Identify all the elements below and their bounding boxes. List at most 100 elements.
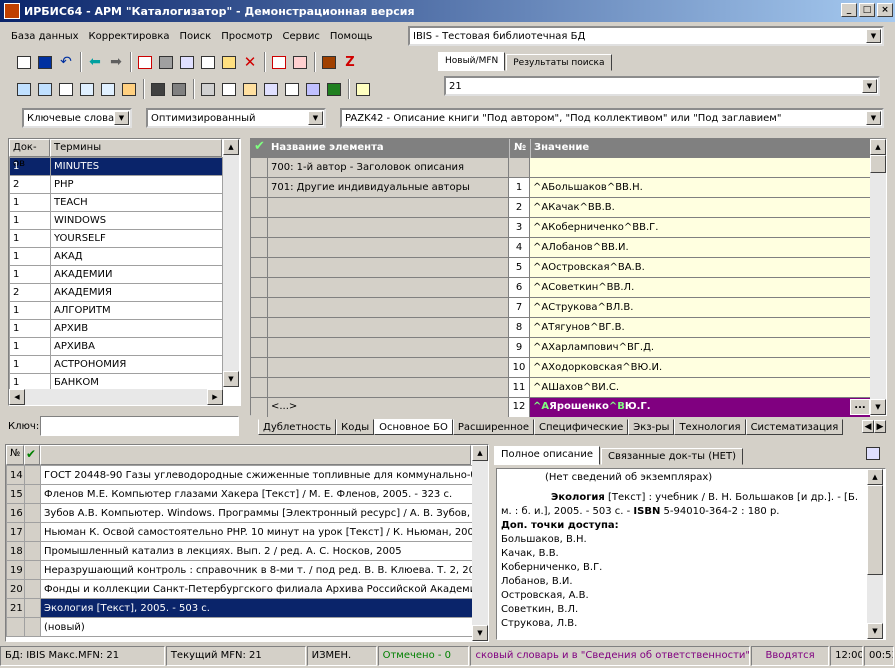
scroll-up-icon[interactable]: ▲ [223,139,239,155]
dict-row[interactable]: 1 АЛГОРИТМ [9,301,223,320]
row-gutter[interactable] [251,358,268,377]
editor-row[interactable]: 6 ^AСоветкин^BВ.Л. [251,278,886,298]
print-preview-icon[interactable] [866,447,882,463]
library-icon[interactable] [319,52,339,72]
delete-icon[interactable]: ✕ [240,52,260,72]
scroll-down-icon[interactable]: ▼ [223,371,239,387]
element-value-selected[interactable]: ^AЯрошенко^BЮ.Г.... [530,398,870,417]
tab-editor-0[interactable]: Дублетность [258,419,337,435]
row-gutter[interactable] [251,278,268,297]
record-row[interactable]: 16 Зубов А.В. Компьютер. Windows. Програм… [6,503,473,523]
optimization-combo[interactable]: Оптимизированный ▼ [146,108,326,128]
forward-arrow-icon[interactable]: ➡ [106,52,126,72]
record-mark[interactable] [24,465,41,485]
search-record-icon[interactable] [77,79,97,99]
minimize-button[interactable]: _ [841,3,857,17]
scroll-thumb[interactable] [867,485,883,575]
chevron-down-icon[interactable]: ▼ [308,111,323,125]
scroll-right-icon[interactable]: ▶ [207,389,223,405]
worksheet-combo[interactable]: PAZK42 - Описание книги "Под автором", "… [340,108,884,128]
dict-row[interactable]: 1 MINUTES [9,157,223,176]
record-row[interactable]: 19 Неразрушающий контроль : справочник в … [6,560,473,580]
element-value[interactable]: ^AЛобанов^BВ.И. [530,238,870,257]
tab-new-mfn[interactable]: Новый/MFN [438,52,506,71]
row-gutter[interactable] [251,198,268,217]
editor-row[interactable]: 9 ^AХарлампович^BГ.Д. [251,338,886,358]
record-row[interactable]: 21 Экология [Текст], 2005. - 503 с. [6,598,473,618]
dict-row[interactable]: 1 TEACH [9,193,223,212]
mfn-combo[interactable]: 21 ▼ [444,76,880,96]
tab-editor-4[interactable]: Специфические [533,419,629,435]
dict-row[interactable]: 1 YOURSELF [9,229,223,248]
element-value[interactable]: ^AТягунов^BГ.В. [530,318,870,337]
element-value[interactable]: ^AСоветкин^BВ.Л. [530,278,870,297]
menu-service[interactable]: Сервис [278,31,325,42]
checkmark-icon[interactable]: ✔ [24,445,40,465]
element-value[interactable]: ^AХодорковская^BЮ.И. [530,358,870,377]
row-gutter[interactable] [251,238,268,257]
dict-header-terms[interactable]: Термины [50,139,222,157]
dict-row[interactable]: 2 АКАДЕМИЯ [9,283,223,302]
tab-right-icon[interactable]: ▶ [874,420,886,433]
record-mark[interactable] [24,617,41,637]
folder-icon[interactable] [169,79,189,99]
dict-header-docs[interactable]: Док-ов [9,139,50,169]
chevron-down-icon[interactable]: ▼ [114,111,129,125]
export-icon[interactable] [290,52,310,72]
record-mark[interactable] [24,541,41,561]
row-gutter[interactable] [251,398,268,417]
list-icon[interactable] [198,52,218,72]
editor-row[interactable]: 700: 1-й автор - Заголовок описания [251,158,886,178]
element-value[interactable]: ^AКачак^BВ.В. [530,198,870,217]
dict-row[interactable]: 1 АСТРОНОМИЯ [9,355,223,374]
editor-row[interactable]: 3 ^AКоберниченко^BВ.Г. [251,218,886,238]
scroll-up-icon[interactable]: ▲ [870,139,886,155]
tab-search-results[interactable]: Результаты поиска [506,54,612,71]
database-combo[interactable]: IBIS - Тестовая библиотечная БД ▼ [408,26,884,46]
dict-row[interactable]: 2 PHP [9,175,223,194]
check-icon[interactable] [56,79,76,99]
scroll-down-icon[interactable]: ▼ [472,625,488,641]
element-value[interactable]: ^AБольшаков^BВ.Н. [530,178,870,197]
tab-editor-3[interactable]: Расширенное [452,419,534,435]
record-mark[interactable] [24,522,41,542]
docs-icon[interactable] [261,79,281,99]
chart-icon[interactable] [303,79,323,99]
maximize-button[interactable]: □ [859,3,875,17]
dict-row[interactable]: 1 АРХИВ [9,319,223,338]
checkmark-icon[interactable]: ✔ [251,139,268,158]
editor-row[interactable]: 7 ^AСтрукова^BЛ.В. [251,298,886,318]
record-mark[interactable] [24,598,41,618]
element-value[interactable]: ^AШахов^BИ.С. [530,378,870,397]
new-document-icon[interactable] [14,52,34,72]
editor-row[interactable]: 5 ^AОстровская^BА.В. [251,258,886,278]
scroll-down-icon[interactable]: ▼ [867,623,883,639]
chevron-down-icon[interactable]: ▼ [862,79,877,93]
row-gutter[interactable] [251,318,268,337]
element-value[interactable]: ^AСтрукова^BЛ.В. [530,298,870,317]
menu-search[interactable]: Поиск [175,31,217,42]
tab-full-description[interactable]: Полное описание [494,446,600,465]
row-gutter[interactable] [251,178,268,197]
replace-icon[interactable] [98,79,118,99]
editor-row[interactable]: 4 ^AЛобанов^BВ.И. [251,238,886,258]
tab-left-icon[interactable]: ◀ [862,420,874,433]
format-icon[interactable] [14,79,34,99]
chevron-down-icon[interactable]: ▼ [866,111,881,125]
preview-scrollbar[interactable]: ▲ ▼ [867,469,883,639]
row-gutter[interactable] [251,378,268,397]
key-input[interactable] [40,416,239,436]
editor-row[interactable]: 10 ^AХодорковская^BЮ.И. [251,358,886,378]
record-row[interactable]: 17 Ньюман К. Освой самостоятельно PHP. 10… [6,522,473,542]
editor-row[interactable]: 2 ^AКачак^BВ.В. [251,198,886,218]
hand-icon[interactable] [119,79,139,99]
chevron-down-icon[interactable]: ▼ [866,29,881,43]
record-row[interactable]: 14 ГОСТ 20448-90 Газы углеводородные сжиж… [6,465,473,485]
element-value[interactable] [530,158,870,177]
row-gutter[interactable] [251,298,268,317]
menu-view[interactable]: Просмотр [216,31,277,42]
search-type-combo[interactable]: Ключевые слова ▼ [22,108,132,128]
record-row[interactable]: 18 Промышленный катализ в лекциях. Вып. 2… [6,541,473,561]
copy-record-icon[interactable] [135,52,155,72]
scroll-down-icon[interactable]: ▼ [870,399,886,415]
